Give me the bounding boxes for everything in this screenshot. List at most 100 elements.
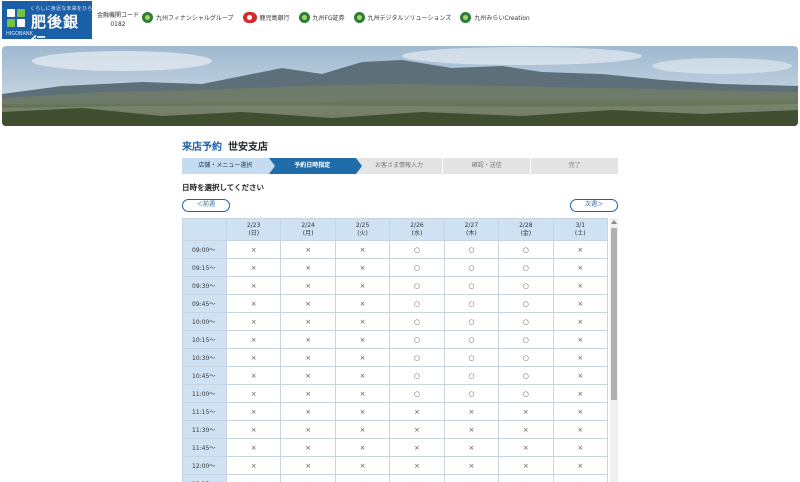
group-link-kfg[interactable]: 九州フィナンシャルグループ — [142, 12, 234, 23]
slot-unavailable: × — [334, 258, 391, 277]
slot-unavailable: × — [334, 330, 391, 349]
slot-unavailable: × — [498, 456, 554, 475]
slot-unavailable: × — [552, 276, 609, 295]
slot-available[interactable]: ○ — [389, 258, 445, 277]
slot-unavailable: × — [280, 312, 336, 331]
time-row: 11:45～ × × × × × × × — [182, 438, 609, 457]
slot-available[interactable]: ○ — [498, 348, 554, 367]
slot-available[interactable]: ○ — [443, 294, 500, 313]
kagoshima-bank-icon — [242, 12, 257, 23]
slot-available[interactable]: ○ — [389, 348, 445, 367]
time-label: 12:00～ — [182, 456, 227, 475]
slot-unavailable: × — [498, 402, 554, 421]
slot-unavailable: × — [552, 312, 609, 331]
slot-unavailable: × — [552, 294, 609, 313]
slot-unavailable: × — [280, 438, 336, 457]
branch-name: 世安支店 — [228, 142, 268, 153]
weekday-label: (水) — [411, 229, 423, 237]
date-label: 2/24 — [301, 221, 315, 229]
step-complete: 完了 — [530, 158, 618, 174]
step-store-menu[interactable]: 店舗・メニュー選択 — [182, 158, 275, 174]
page-title: 来店予約 世安支店 — [182, 138, 268, 153]
slot-available[interactable]: ○ — [443, 258, 500, 277]
slot-unavailable: × — [552, 348, 609, 367]
group-link-label: 九州FG証券 — [312, 15, 345, 22]
weekday-label: (金) — [520, 229, 532, 237]
time-label: 10:45～ — [182, 366, 227, 385]
slot-available[interactable]: ○ — [498, 312, 554, 331]
slot-unavailable: × — [280, 294, 336, 313]
prev-week-button[interactable]: ＜前週 — [182, 199, 230, 212]
weekday-label: (月) — [302, 229, 314, 237]
slot-unavailable: × — [225, 312, 282, 331]
group-link-kyushu-digital[interactable]: 九州デジタルソリューションズ — [353, 12, 451, 23]
slot-unavailable: × — [225, 402, 282, 421]
slot-available[interactable]: ○ — [389, 276, 445, 295]
slot-unavailable: × — [225, 456, 282, 475]
slot-available[interactable]: ○ — [443, 330, 500, 349]
slot-available[interactable]: ○ — [443, 240, 500, 259]
slot-unavailable: × — [552, 402, 609, 421]
slot-unavailable: × — [334, 366, 391, 385]
slot-available[interactable]: ○ — [443, 384, 500, 403]
next-week-button[interactable]: 次週＞ — [570, 199, 618, 212]
weekday-label: (日) — [248, 229, 260, 237]
slot-unavailable: × — [552, 384, 609, 403]
slot-available[interactable]: ○ — [443, 366, 500, 385]
slot-available[interactable]: ○ — [389, 384, 445, 403]
slot-available[interactable]: ○ — [498, 366, 554, 385]
mountain-landscape-image — [2, 46, 798, 126]
slot-available[interactable]: ○ — [389, 366, 445, 385]
slot-available[interactable]: ○ — [389, 240, 445, 259]
slot-available[interactable]: ○ — [498, 276, 554, 295]
slot-unavailable: × — [280, 348, 336, 367]
slot-available[interactable]: ○ — [389, 330, 445, 349]
higo-bank-logo[interactable]: くらしに身近な未来をひらく 肥後銀行 HIGOBANK — [2, 1, 97, 52]
calendar-scrollbar[interactable] — [610, 218, 618, 482]
slot-unavailable: × — [389, 402, 445, 421]
group-link-kyushu-mirai[interactable]: 九州みらいCreation — [460, 12, 530, 23]
time-label: 11:00～ — [182, 384, 227, 403]
slot-unavailable: × — [389, 474, 445, 482]
slot-unavailable: × — [280, 402, 336, 421]
scroll-up-icon[interactable] — [611, 220, 617, 224]
group-link-kfg-securities[interactable]: 九州FG証券 — [298, 12, 345, 23]
slot-unavailable: × — [280, 384, 336, 403]
date-label: 2/28 — [519, 221, 533, 229]
slot-available[interactable]: ○ — [498, 258, 554, 277]
slot-available[interactable]: ○ — [443, 348, 500, 367]
slot-available[interactable]: ○ — [498, 294, 554, 313]
slot-unavailable: × — [280, 456, 336, 475]
scrollbar-thumb[interactable] — [611, 228, 617, 400]
slot-unavailable: × — [280, 240, 336, 259]
kyushu-digital-icon — [353, 12, 365, 23]
slot-unavailable: × — [552, 438, 609, 457]
reservation-title: 来店予約 — [182, 142, 222, 153]
weekday-label: (木) — [466, 229, 477, 237]
group-link-label: 九州フィナンシャルグループ — [156, 15, 234, 22]
slot-unavailable: × — [334, 474, 391, 482]
slot-unavailable: × — [552, 366, 609, 385]
slot-unavailable: × — [443, 474, 500, 482]
slot-unavailable: × — [334, 420, 391, 439]
slot-unavailable: × — [498, 438, 554, 457]
bank-code-value: 0182 — [110, 21, 126, 28]
slot-available[interactable]: ○ — [389, 312, 445, 331]
slot-available[interactable]: ○ — [498, 240, 554, 259]
slot-unavailable: × — [334, 312, 391, 331]
slot-unavailable: × — [334, 240, 391, 259]
calendar-table-container: 2/23 (日) 2/24 (月) 2/25 (火) 2/26 (水) 2/27 (木) 2/28(… — [182, 218, 618, 482]
date-label: 2/25 — [355, 221, 370, 229]
group-link-kagoshima-bank[interactable]: 鹿児島銀行 — [242, 12, 290, 23]
slot-unavailable: × — [389, 420, 445, 439]
calendar-corner — [182, 218, 227, 241]
slot-available[interactable]: ○ — [443, 276, 500, 295]
calendar-table: 2/23 (日) 2/24 (月) 2/25 (火) 2/26 (水) 2/27 (木) 2/28(… — [182, 218, 609, 482]
slot-unavailable: × — [552, 258, 609, 277]
slot-available[interactable]: ○ — [389, 294, 445, 313]
slot-unavailable: × — [280, 258, 336, 277]
slot-available[interactable]: ○ — [443, 312, 500, 331]
slot-available[interactable]: ○ — [498, 330, 554, 349]
slot-unavailable: × — [225, 276, 282, 295]
slot-available[interactable]: ○ — [498, 384, 554, 403]
